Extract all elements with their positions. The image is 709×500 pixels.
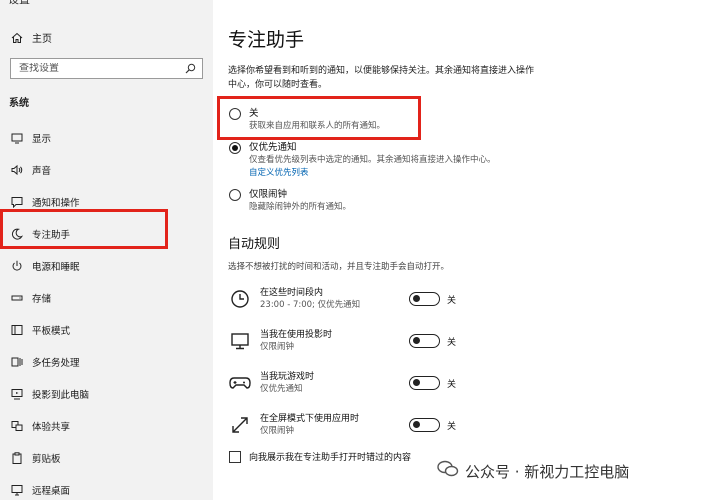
option-label: 仅限闹钟 — [249, 189, 288, 200]
speaker-icon — [10, 163, 24, 177]
rule-title: 当我在使用投影时 — [260, 330, 333, 340]
share-icon — [10, 419, 24, 433]
sidebar-item-multitasking[interactable]: 多任务处理 — [0, 346, 213, 378]
home-link[interactable]: 主页 — [10, 30, 52, 45]
toggle-state-label: 关 — [447, 380, 457, 390]
rule-sub: 仅限闹钟 — [260, 426, 295, 436]
main-panel: 专注助手 选择你希望看到和听到的通知，以便能够保持关注。其余通知将直接进入操作中… — [213, 0, 709, 500]
rule-toggle-projecting[interactable] — [409, 334, 440, 348]
wechat-icon — [437, 460, 459, 482]
clock-icon — [229, 288, 251, 310]
rule-title: 当我玩游戏时 — [260, 372, 315, 382]
sidebar-item-shared-experiences[interactable]: 体验共享 — [0, 410, 213, 442]
sidebar-item-clipboard[interactable]: 剪贴板 — [0, 442, 213, 474]
project-icon — [10, 387, 24, 401]
power-icon — [10, 259, 24, 273]
sidebar-item-storage[interactable]: 存储 — [0, 282, 213, 314]
notification-icon — [10, 195, 24, 209]
clipboard-icon — [10, 451, 24, 465]
toggle-state-label: 关 — [447, 338, 457, 348]
rule-toggle-times[interactable] — [409, 292, 440, 306]
sidebar-item-remote-desktop[interactable]: 远程桌面 — [0, 474, 213, 500]
missed-summary-checkbox[interactable] — [229, 450, 241, 463]
sidebar-item-label: 存储 — [32, 294, 52, 305]
rule-title: 在这些时间段内 — [260, 288, 324, 298]
option-sub: 隐藏除闹钟外的所有通知。 — [249, 202, 352, 212]
remote-desktop-icon — [10, 483, 24, 497]
radio-alarms-only[interactable] — [229, 189, 241, 201]
sidebar-item-label: 远程桌面 — [32, 486, 71, 497]
tablet-icon — [10, 323, 24, 337]
rule-toggle-fullscreen[interactable] — [409, 418, 440, 432]
option-alarms-only[interactable]: 仅限闹钟 隐藏除闹钟外的所有通知。 — [229, 188, 351, 214]
section-label: 系统 — [9, 98, 29, 109]
option-sub: 仅查看优先级列表中选定的通知。其余通知将直接进入操作中心。 — [249, 155, 496, 165]
multitask-icon — [10, 355, 24, 369]
option-label: 仅优先通知 — [249, 142, 297, 153]
toggle-state-label: 关 — [447, 296, 457, 306]
sidebar-item-sound[interactable]: 声音 — [0, 154, 213, 186]
highlight-box-off-option — [217, 96, 421, 140]
storage-icon — [10, 291, 24, 305]
rule-sub: 仅限闹钟 — [260, 342, 295, 352]
home-icon — [10, 31, 24, 45]
sidebar-item-tablet[interactable]: 平板模式 — [0, 314, 213, 346]
sidebar-item-label: 剪贴板 — [32, 454, 61, 465]
fullscreen-icon — [229, 414, 251, 436]
sidebar-item-label: 通知和操作 — [32, 198, 80, 209]
window-title: 设置 — [8, 0, 30, 7]
sidebar-item-label: 电源和睡眠 — [32, 262, 80, 273]
highlight-box-sidebar — [0, 209, 168, 249]
page-description: 选择你希望看到和听到的通知，以便能够保持关注。其余通知将直接进入操作中心，你可以… — [228, 66, 535, 90]
search-icon[interactable] — [185, 59, 196, 78]
sidebar-item-label: 体验共享 — [32, 422, 71, 433]
sidebar-item-project[interactable]: 投影到此电脑 — [0, 378, 213, 410]
option-priority-only[interactable]: 仅优先通知 仅查看优先级列表中选定的通知。其余通知将直接进入操作中心。 自定义优… — [229, 141, 496, 180]
missed-summary-option[interactable]: 向我展示我在专注助手打开时错过的内容 — [229, 450, 411, 463]
display-icon — [10, 131, 24, 145]
rule-title: 在全屏模式下使用应用时 — [260, 414, 360, 424]
search-box[interactable] — [10, 58, 203, 79]
sidebar-item-label: 投影到此电脑 — [32, 390, 90, 401]
home-label: 主页 — [32, 34, 52, 45]
sidebar: 设置 主页 系统 显示 声音 通知和操作 专注助手 — [0, 0, 213, 500]
sidebar-item-label: 显示 — [32, 134, 52, 145]
sidebar-item-label: 声音 — [32, 166, 52, 177]
customize-priority-link[interactable]: 自定义优先列表 — [249, 167, 496, 180]
watermark-text: 公众号 · 新视力工控电脑 — [465, 462, 630, 481]
search-input[interactable] — [19, 63, 169, 74]
auto-rules-title: 自动规则 — [228, 237, 281, 252]
rule-sub: 仅优先通知 — [260, 384, 303, 394]
watermark: 公众号 · 新视力工控电脑 — [437, 460, 629, 482]
projector-icon — [229, 330, 251, 352]
sidebar-item-display[interactable]: 显示 — [0, 122, 213, 154]
auto-rules-description: 选择不想被打扰的时间和活动，并且专注助手会自动打开。 — [228, 262, 450, 272]
sidebar-item-label: 多任务处理 — [32, 358, 80, 369]
gamepad-icon — [229, 372, 251, 394]
toggle-state-label: 关 — [447, 422, 457, 432]
radio-priority-only[interactable] — [229, 142, 241, 154]
sidebar-item-label: 平板模式 — [32, 326, 71, 337]
rule-sub: 23:00 - 7:00; 仅优先通知 — [260, 300, 361, 310]
sidebar-item-power[interactable]: 电源和睡眠 — [0, 250, 213, 282]
checkbox-label: 向我展示我在专注助手打开时错过的内容 — [249, 453, 412, 463]
nav-list: 显示 声音 通知和操作 专注助手 电源和睡眠 存储 平板模式 多任务处理 投影到… — [0, 122, 213, 500]
rule-toggle-gaming[interactable] — [409, 376, 440, 390]
page-title: 专注助手 — [228, 29, 305, 51]
